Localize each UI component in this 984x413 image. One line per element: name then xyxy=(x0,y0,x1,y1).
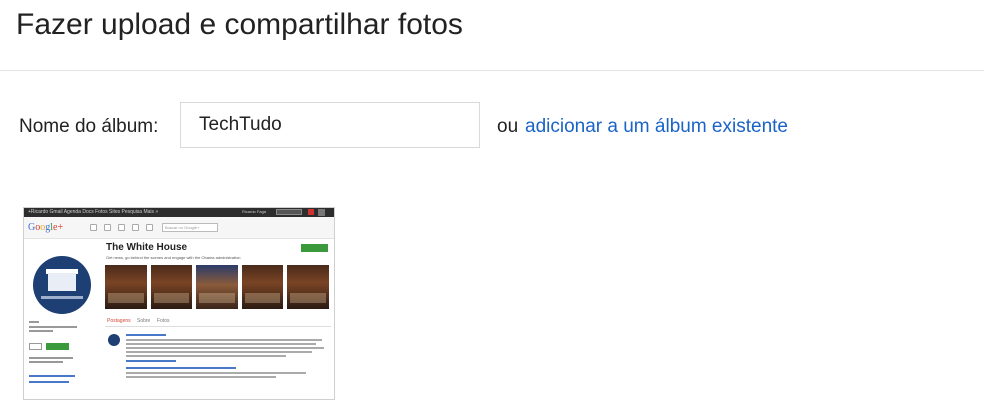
thumbnail-header: Google+ Buscar no Google+ xyxy=(24,217,334,239)
or-text: ou xyxy=(497,116,519,137)
home-icon xyxy=(90,224,97,231)
page-title: Fazer upload e compartilhar fotos xyxy=(16,8,463,41)
post-link-line xyxy=(126,360,176,362)
uploaded-photo-thumbnail[interactable]: +Ricardo Gmail Agenda Docs Fotos Sites P… xyxy=(23,207,335,400)
thumbnail-topbar-user: Ricardo Faga xyxy=(242,209,267,214)
circles-icon xyxy=(132,224,139,231)
thumbnail-search-field: Buscar no Google+ xyxy=(162,223,218,232)
album-name-input[interactable] xyxy=(180,102,480,148)
tab-about: Sobre xyxy=(137,318,151,324)
sidebar-text-line xyxy=(29,357,73,359)
sidebar-link-line xyxy=(29,375,75,377)
thumbnail-follow-button xyxy=(301,244,328,252)
photo-tile xyxy=(196,265,238,309)
thumbnail-page-subtitle: Get news, go behind the scenes and engag… xyxy=(106,255,241,260)
photo-tile xyxy=(105,265,147,309)
thumbnail-tabs: Postagens Sobre Fotos xyxy=(105,317,331,327)
sidebar-text-line xyxy=(29,361,63,363)
sidebar-text-line xyxy=(29,321,39,323)
photo-tile xyxy=(241,265,284,309)
post-text-line xyxy=(126,355,286,357)
add-to-existing-album-link[interactable]: adicionar a um álbum existente xyxy=(525,116,788,138)
post-text-line xyxy=(126,339,322,341)
sidebar-link-line xyxy=(29,381,69,383)
games-icon xyxy=(146,224,153,231)
post-author-line xyxy=(126,334,166,336)
thumbnail-notification-icon xyxy=(308,209,314,215)
post-text-line xyxy=(126,347,324,349)
post-text-line xyxy=(126,376,276,378)
thumbnail-topbar: +Ricardo Gmail Agenda Docs Fotos Sites P… xyxy=(24,208,334,217)
photos-icon xyxy=(104,224,111,231)
thumbnail-share-box xyxy=(276,209,302,215)
thumbnail-avatar xyxy=(318,209,325,216)
thumbnail-sidebar xyxy=(24,239,100,399)
thumbnail-topbar-links: +Ricardo Gmail Agenda Docs Fotos Sites P… xyxy=(28,209,159,215)
white-house-seal-icon xyxy=(33,256,91,314)
photo-tile xyxy=(287,265,329,309)
google-plus-logo: Google+ xyxy=(28,222,64,233)
post-link-line xyxy=(126,367,236,369)
album-name-row: Nome do álbum: ou adicionar a um álbum e… xyxy=(19,102,959,150)
sidebar-share-button xyxy=(46,343,69,350)
sidebar-count-box xyxy=(29,343,42,350)
thumbnail-page-name: The White House xyxy=(106,242,188,253)
sidebar-text-line xyxy=(29,326,77,328)
thumbnail-main: The White House Get news, go behind the … xyxy=(104,239,332,399)
album-name-label: Nome do álbum: xyxy=(19,116,159,137)
profile-icon xyxy=(118,224,125,231)
post-text-line xyxy=(126,372,306,374)
thumbnail-photo-strip xyxy=(105,265,329,309)
divider xyxy=(0,70,984,71)
post-text-line xyxy=(126,351,312,353)
post-avatar-icon xyxy=(108,334,120,346)
sidebar-text-line xyxy=(29,330,53,332)
photo-tile xyxy=(150,265,193,309)
tab-posts: Postagens xyxy=(107,318,131,324)
post-text-line xyxy=(126,343,316,345)
tab-photos: Fotos xyxy=(157,318,170,324)
